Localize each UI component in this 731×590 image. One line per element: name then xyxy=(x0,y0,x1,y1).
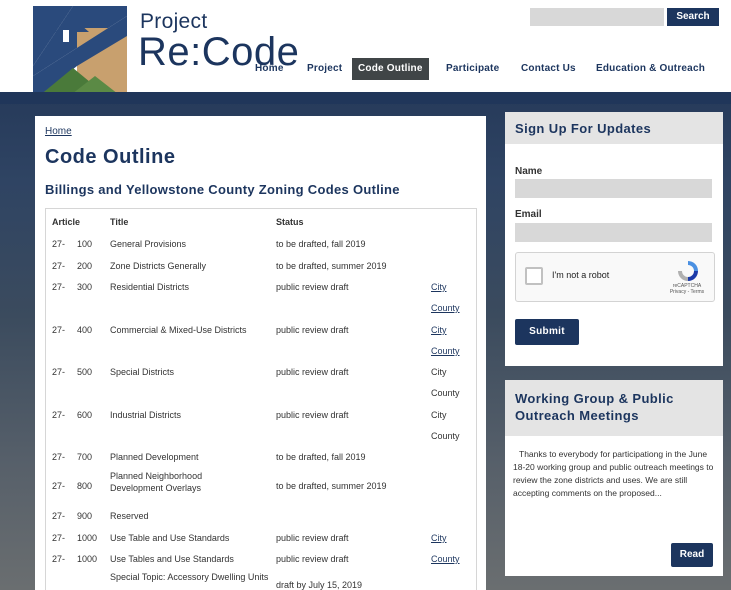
news-excerpt: Thanks to everybody for participationg i… xyxy=(513,449,714,498)
article-title: Residential Districts xyxy=(110,282,190,292)
article-title: Use Table and Use Standards xyxy=(110,533,230,543)
search-button[interactable]: Search xyxy=(667,8,719,26)
article-status: to be drafted, summer 2019 xyxy=(276,481,387,491)
article-title: General Provisions xyxy=(110,239,187,249)
county-link[interactable]: County xyxy=(431,554,460,564)
city-link[interactable]: City xyxy=(431,282,447,292)
signup-panel: Sign Up For Updates Name Email I'm not a… xyxy=(505,112,723,366)
article-prefix: 27- xyxy=(52,452,66,462)
recaptcha-brand: reCAPTCHA Privacy - Terms xyxy=(664,283,710,295)
article-number: 300 xyxy=(77,282,93,292)
article-status: public review draft xyxy=(276,410,349,420)
nav-education-outreach[interactable]: Education & Outreach xyxy=(596,58,705,80)
article-status: public review draft xyxy=(276,533,349,543)
nav-participate[interactable]: Participate xyxy=(446,58,499,80)
city-text: City xyxy=(431,410,447,420)
recaptcha-terms[interactable]: Privacy - Terms xyxy=(670,289,704,295)
article-status: public review draft xyxy=(276,554,349,564)
article-prefix: 27- xyxy=(52,410,66,420)
name-label: Name xyxy=(515,166,543,177)
project-recode-logo[interactable] xyxy=(33,6,127,101)
column-header-status: Status xyxy=(276,217,304,227)
article-title: Zone Districts Generally xyxy=(110,261,207,271)
column-header-article: Article xyxy=(52,217,81,227)
recaptcha-icon xyxy=(678,261,698,281)
search-input[interactable] xyxy=(530,8,664,26)
county-link[interactable]: County xyxy=(431,303,460,313)
submit-button[interactable]: Submit xyxy=(515,319,579,345)
nav-code-outline[interactable]: Code Outline xyxy=(352,58,429,80)
page-subtitle: Billings and Yellowstone County Zoning C… xyxy=(45,182,400,197)
header-divider xyxy=(0,92,731,104)
article-title: Planned Neighborhood Development Overlay… xyxy=(110,471,203,493)
nav-contact-us[interactable]: Contact Us xyxy=(521,58,576,80)
article-number: 800 xyxy=(77,481,93,491)
article-prefix: 27- xyxy=(52,554,66,564)
county-text: County xyxy=(431,431,460,441)
article-prefix: 27- xyxy=(52,325,66,335)
article-title: Planned Development xyxy=(110,452,199,462)
article-status: public review draft xyxy=(276,282,349,292)
article-prefix: 27- xyxy=(52,282,66,292)
article-prefix: 27- xyxy=(52,533,66,543)
recaptcha-checkbox[interactable] xyxy=(525,267,543,285)
article-title: Special Districts xyxy=(110,367,175,377)
article-number: 100 xyxy=(77,239,93,249)
article-prefix: 27- xyxy=(52,481,66,491)
article-title: Reserved xyxy=(110,511,149,521)
article-number: 600 xyxy=(77,410,93,420)
article-status: draft by July 15, 2019 xyxy=(276,580,363,590)
article-prefix: 27- xyxy=(52,239,66,249)
county-link[interactable]: County xyxy=(431,346,460,356)
article-title: Industrial Districts xyxy=(110,410,182,420)
article-status: public review draft xyxy=(276,367,349,377)
article-title: Commercial & Mixed-Use Districts xyxy=(110,325,247,335)
article-number: 700 xyxy=(77,452,93,462)
article-status: public review draft xyxy=(276,325,349,335)
article-number: 900 xyxy=(77,511,93,521)
article-title: Use Tables and Use Standards xyxy=(110,554,234,564)
email-label: Email xyxy=(515,209,542,220)
breadcrumb-home[interactable]: Home xyxy=(45,126,72,137)
column-header-title: Title xyxy=(110,217,129,227)
article-prefix: 27- xyxy=(52,511,66,521)
email-field[interactable] xyxy=(515,223,712,242)
article-title: Special Topic: Accessory Dwelling Units xyxy=(110,572,269,582)
article-number: 500 xyxy=(77,367,93,377)
recaptcha-label: I'm not a robot xyxy=(552,270,610,280)
main-content: Home Code Outline Billings and Yellowsto… xyxy=(35,116,486,590)
news-panel: Working Group & Public Outreach Meetings… xyxy=(505,380,723,576)
article-number: 1000 xyxy=(77,554,98,564)
article-number: 1000 xyxy=(77,533,98,543)
article-prefix: 27- xyxy=(52,367,66,377)
city-text: City xyxy=(431,367,447,377)
page-title: Code Outline xyxy=(45,146,176,168)
article-status: to be drafted, fall 2019 xyxy=(276,239,366,249)
article-number: 400 xyxy=(77,325,93,335)
article-status: to be drafted, summer 2019 xyxy=(276,261,387,271)
code-outline-table: Article Title Status 27- 100 General Pro… xyxy=(45,208,477,590)
nav-project[interactable]: Project xyxy=(307,58,342,80)
recaptcha-widget: I'm not a robot reCAPTCHA Privacy - Term… xyxy=(515,252,715,302)
county-text: County xyxy=(431,388,460,398)
city-link[interactable]: City xyxy=(431,533,447,543)
article-prefix: 27- xyxy=(52,261,66,271)
signup-title: Sign Up For Updates xyxy=(515,121,652,136)
nav-home[interactable]: Home xyxy=(255,58,284,80)
news-title: Working Group & Public Outreach Meetings xyxy=(515,391,674,423)
read-more-button[interactable]: Read xyxy=(671,543,713,567)
article-number: 200 xyxy=(77,261,93,271)
name-field[interactable] xyxy=(515,179,712,198)
article-status: to be drafted, fall 2019 xyxy=(276,452,366,462)
city-link[interactable]: City xyxy=(431,325,447,335)
site-header: Project Re:Code Search Home Project Code… xyxy=(0,0,731,101)
